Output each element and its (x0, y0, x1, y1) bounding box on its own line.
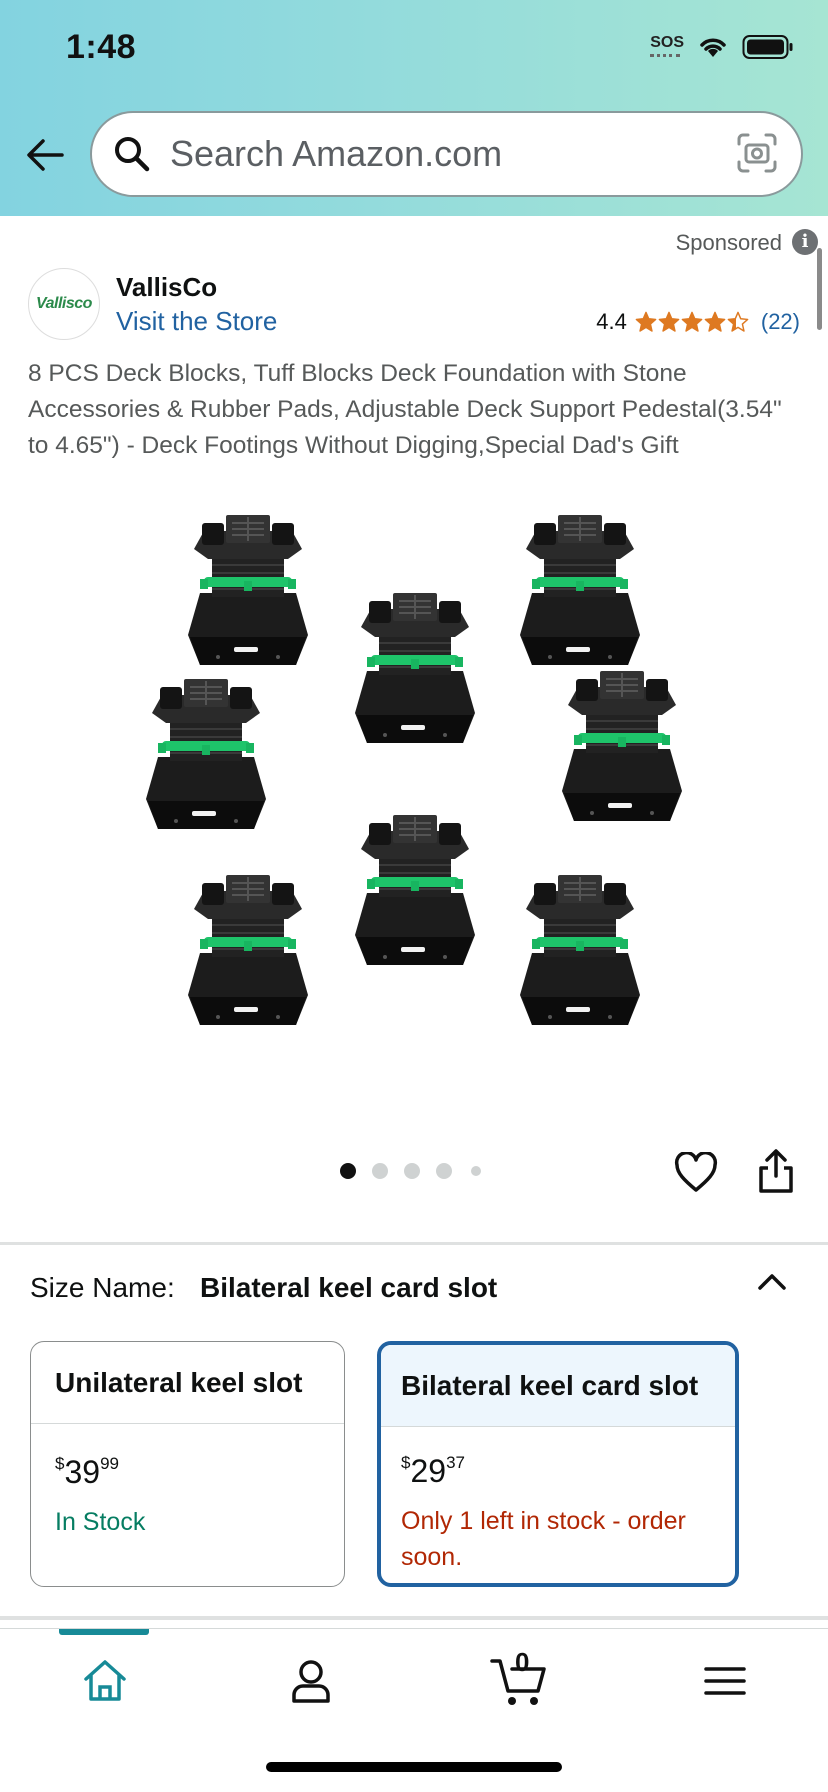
stock-status: In Stock (55, 1508, 146, 1536)
star-icon (727, 311, 749, 332)
sponsored-label: Sponsored (675, 230, 782, 255)
image-carousel-dots[interactable] (340, 1163, 481, 1179)
store-logo[interactable]: Vallisco (28, 268, 100, 340)
size-option-bilateral[interactable]: Bilateral keel card slot $2937 Only 1 le… (377, 1341, 739, 1587)
size-option-name: Bilateral keel card slot (381, 1345, 735, 1427)
chevron-up-icon[interactable] (756, 1268, 788, 1296)
search-input[interactable] (170, 133, 710, 175)
product-image[interactable] (120, 515, 710, 1075)
camera-search-icon[interactable] (735, 131, 779, 175)
header: 1:48 SOS (0, 0, 828, 216)
star-icon (658, 311, 680, 332)
status-icons: SOS (650, 34, 794, 60)
star-icon (681, 311, 703, 332)
section-divider (0, 1242, 828, 1245)
scrollbar[interactable] (817, 248, 822, 330)
home-indicator (266, 1762, 562, 1772)
sos-indicator: SOS (650, 34, 684, 57)
size-option-price: $2937 (401, 1453, 465, 1489)
star-rating (635, 311, 749, 333)
store-name: VallisCo (116, 272, 218, 302)
menu-icon[interactable] (700, 1657, 750, 1705)
carousel-dot[interactable] (340, 1163, 356, 1179)
section-divider (0, 1616, 828, 1620)
battery-icon (742, 35, 793, 59)
store-logo-text: Vallisco (36, 295, 92, 312)
star-icon (635, 311, 657, 332)
carousel-dot[interactable] (471, 1166, 481, 1176)
nav-active-indicator (59, 1629, 149, 1635)
carousel-dot[interactable] (372, 1163, 388, 1179)
size-option-name: Unilateral keel slot (31, 1342, 344, 1424)
carousel-dot[interactable] (404, 1163, 420, 1179)
stock-status: Only 1 left in stock - order soon. (401, 1507, 686, 1571)
status-time: 1:48 (66, 28, 137, 66)
search-bar[interactable] (90, 111, 803, 197)
cart-button[interactable]: 0 (490, 1647, 548, 1707)
visit-store-link[interactable]: Visit the Store (116, 306, 277, 337)
cart-count: 0 (515, 1647, 530, 1677)
share-icon[interactable] (756, 1148, 796, 1194)
account-icon[interactable] (286, 1657, 336, 1705)
info-icon[interactable]: i (792, 229, 818, 255)
rating-value: 4.4 (596, 309, 627, 334)
size-option-unilateral[interactable]: Unilateral keel slot $3999 In Stock (30, 1341, 345, 1587)
home-icon[interactable] (80, 1657, 130, 1705)
search-icon (115, 137, 150, 172)
heart-icon[interactable] (674, 1152, 718, 1194)
star-icon (704, 311, 726, 332)
size-label: Size Name: (30, 1272, 175, 1303)
back-arrow-icon[interactable] (24, 134, 66, 176)
rating-count[interactable]: (22) (761, 309, 800, 335)
product-title: 8 PCS Deck Blocks, Tuff Blocks Deck Foun… (28, 360, 782, 459)
wifi-icon (700, 38, 726, 57)
size-selected-value: Bilateral keel card slot (200, 1272, 498, 1303)
carousel-dot[interactable] (436, 1163, 452, 1179)
rating-summary[interactable]: 4.4 (22) (596, 309, 800, 335)
size-option-price: $3999 (55, 1454, 119, 1490)
